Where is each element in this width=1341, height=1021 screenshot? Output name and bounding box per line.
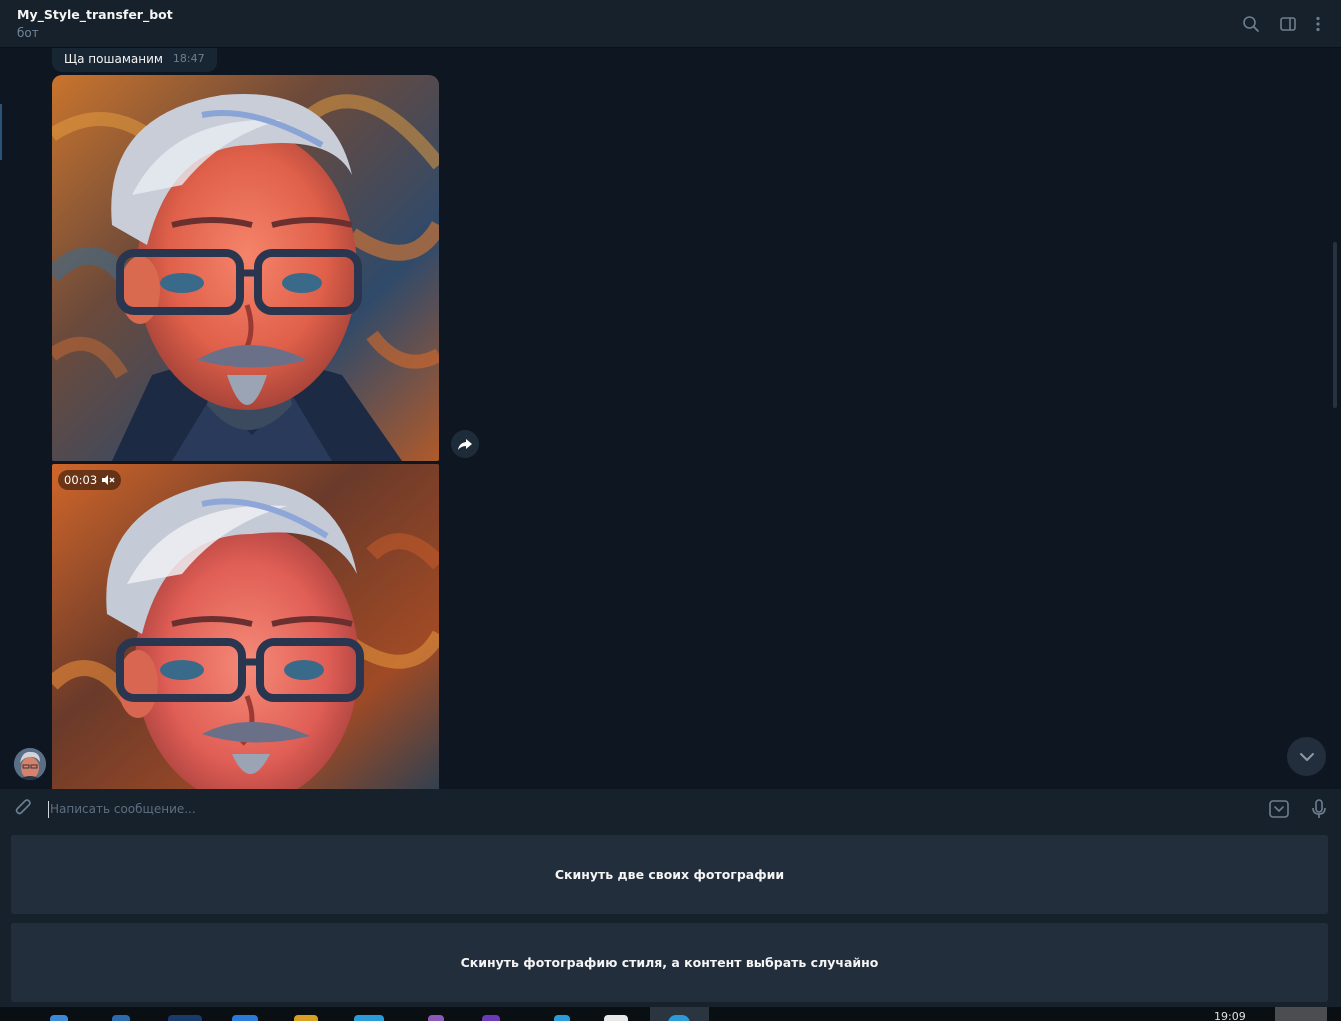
taskbar-app-icon[interactable] <box>482 1015 500 1021</box>
taskbar-app-icon[interactable] <box>294 1015 318 1021</box>
search-icon[interactable] <box>1239 12 1263 36</box>
taskbar-app-icon[interactable] <box>354 1015 384 1021</box>
video-duration-badge: 00:03 <box>58 470 122 490</box>
video-duration: 00:03 <box>64 473 98 487</box>
bot-reply-keyboard: Скинуть две своих фотографии Скинуть фот… <box>0 829 1341 1007</box>
taskbar-app-icon[interactable] <box>428 1015 444 1021</box>
taskbar-app-icon[interactable] <box>554 1015 570 1021</box>
muted-speaker-icon[interactable] <box>101 474 115 486</box>
taskbar-active-app[interactable] <box>650 1007 709 1021</box>
taskbar-clock[interactable]: 19:09 <box>1214 1010 1246 1021</box>
sidebar-toggle-icon[interactable] <box>1276 12 1300 36</box>
microphone-icon[interactable] <box>1307 797 1331 821</box>
bot-keyboard-icon[interactable] <box>1267 797 1291 821</box>
telegram-window: My_Style_transfer_bot бот Ща пошаманим 1… <box>0 0 1341 1021</box>
message-bubble[interactable]: Ща пошаманим 18:47 <box>52 48 217 72</box>
taskbar-app-icon[interactable] <box>112 1015 130 1021</box>
show-desktop-button[interactable] <box>1275 1007 1327 1021</box>
message-time: 18:47 <box>172 52 205 65</box>
bot-avatar[interactable] <box>14 748 46 780</box>
taskbar-app-icon[interactable] <box>50 1015 68 1021</box>
text-caret <box>48 801 49 818</box>
send-style-photo-button[interactable]: Скинуть фотографию стиля, а контент выбр… <box>11 923 1328 1002</box>
send-two-photos-button[interactable]: Скинуть две своих фотографии <box>11 835 1328 914</box>
stylized-video[interactable]: 00:03 <box>52 464 439 789</box>
taskbar-app-icon[interactable] <box>604 1015 628 1021</box>
chat-subtitle: бот <box>17 26 39 40</box>
composer <box>0 789 1341 829</box>
chat-scrollbar[interactable] <box>1333 242 1337 408</box>
message-input[interactable] <box>50 798 1230 820</box>
stylized-photo[interactable] <box>52 75 439 461</box>
taskbar-app-icon[interactable] <box>168 1015 202 1021</box>
telegram-taskbar-icon <box>668 1015 690 1021</box>
scroll-to-bottom-button[interactable] <box>1287 737 1326 776</box>
message-text: Ща пошаманим <box>64 51 163 66</box>
os-taskbar: 19:09 <box>0 1007 1341 1021</box>
chat-header: My_Style_transfer_bot бот <box>0 0 1341 48</box>
message-list[interactable]: Ща пошаманим 18:47 00:03 <box>0 48 1341 789</box>
forward-button[interactable] <box>451 430 479 458</box>
more-vertical-icon[interactable] <box>1306 12 1330 36</box>
chat-list-accent <box>0 104 2 160</box>
forward-icon <box>458 439 472 450</box>
chat-title[interactable]: My_Style_transfer_bot <box>17 7 173 22</box>
chevron-down-icon <box>1299 752 1314 761</box>
attach-icon[interactable] <box>12 797 36 821</box>
taskbar-app-icon[interactable] <box>232 1015 258 1021</box>
